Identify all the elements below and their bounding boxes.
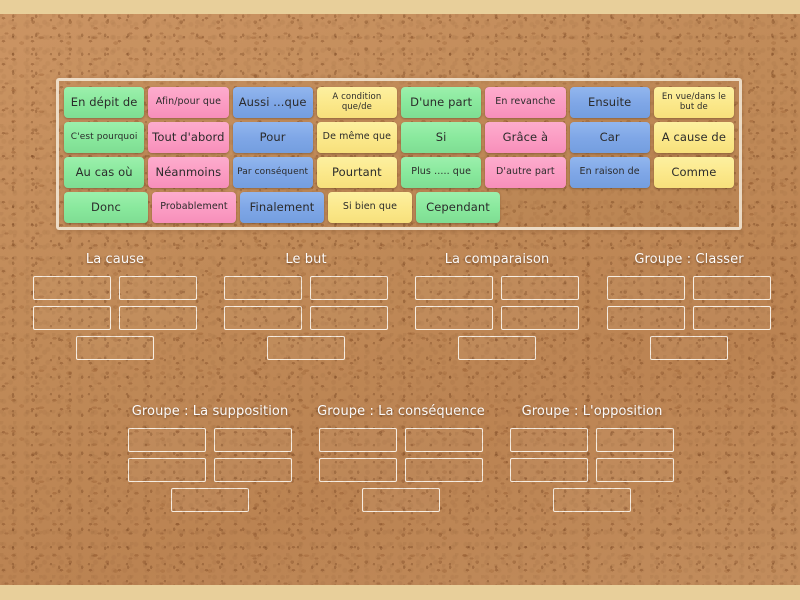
category-group: Groupe : L'opposition (497, 404, 687, 512)
drop-slot-grid (20, 276, 210, 330)
word-tile[interactable]: Aussi ...que (232, 87, 313, 118)
drop-slot[interactable] (501, 306, 579, 330)
word-tile[interactable]: Si bien que (328, 192, 412, 223)
word-tile[interactable]: Probablement (152, 192, 236, 223)
drop-slot[interactable] (596, 428, 674, 452)
word-tile[interactable]: C'est pourquoi (64, 122, 145, 153)
category-group: Le but (211, 252, 401, 360)
drop-slot[interactable] (596, 458, 674, 482)
drop-slot[interactable] (310, 306, 388, 330)
tray-row: Au cas où Néanmoins Par conséquent Pourtant… (64, 157, 734, 188)
word-tile[interactable]: En dépit de (64, 87, 145, 118)
category-group: Groupe : La conséquence (306, 404, 496, 512)
category-group: Groupe : Classer (594, 252, 784, 360)
drop-slot[interactable] (310, 276, 388, 300)
word-tile-tray: En dépit de Afin/pour que Aussi ...que A co… (56, 78, 742, 230)
word-tile[interactable]: Finalement (240, 192, 324, 223)
word-tile[interactable]: Afin/pour que (148, 87, 229, 118)
word-tile[interactable]: Grâce à (485, 122, 566, 153)
word-tile[interactable]: En revanche (485, 87, 566, 118)
word-tile[interactable]: De même que (316, 122, 397, 153)
word-tile[interactable]: A cause de (653, 122, 734, 153)
drop-slot[interactable] (33, 276, 111, 300)
word-tile[interactable]: Ensuite (569, 87, 650, 118)
drop-slot[interactable] (214, 428, 292, 452)
drop-slot[interactable] (76, 336, 154, 360)
drop-slot[interactable] (319, 428, 397, 452)
word-tile[interactable]: Tout d'abord (148, 122, 229, 153)
drop-slot[interactable] (415, 306, 493, 330)
tray-row: Donc Probablement Finalement Si bien que Cep… (64, 192, 734, 223)
drop-slot-grid (211, 276, 401, 330)
drop-slot[interactable] (362, 488, 440, 512)
word-tile[interactable]: Car (569, 122, 650, 153)
word-tile[interactable]: Plus ..... que (401, 157, 482, 188)
word-tile[interactable]: En raison de (569, 157, 650, 188)
category-group: La comparaison (402, 252, 592, 360)
drop-slot[interactable] (214, 458, 292, 482)
drop-slot[interactable] (607, 306, 685, 330)
drop-slot-grid (594, 276, 784, 330)
drop-slot[interactable] (650, 336, 728, 360)
drop-slot[interactable] (33, 306, 111, 330)
word-tile[interactable]: Pour (232, 122, 313, 153)
drop-slot[interactable] (458, 336, 536, 360)
drop-slot[interactable] (553, 488, 631, 512)
drop-slot[interactable] (128, 458, 206, 482)
word-tile[interactable]: Pourtant (316, 157, 397, 188)
drop-slot[interactable] (119, 306, 197, 330)
drop-slot[interactable] (607, 276, 685, 300)
drop-slot-grid (497, 428, 687, 482)
drop-slot[interactable] (224, 306, 302, 330)
drop-slot[interactable] (693, 276, 771, 300)
drop-slot[interactable] (224, 276, 302, 300)
group-title: Le but (285, 252, 327, 267)
word-tile[interactable]: D'autre part (485, 157, 566, 188)
category-group: Groupe : La supposition (115, 404, 305, 512)
category-group: La cause (20, 252, 210, 360)
tray-row: C'est pourquoi Tout d'abord Pour De même qu… (64, 122, 734, 153)
drop-slot[interactable] (405, 428, 483, 452)
drop-slot-grid (402, 276, 592, 330)
word-tile[interactable]: Donc (64, 192, 148, 223)
word-tile[interactable]: Cependant (416, 192, 500, 223)
drop-slot[interactable] (405, 458, 483, 482)
group-title: Groupe : L'opposition (521, 404, 663, 419)
group-title: Groupe : La supposition (131, 404, 289, 419)
drop-slot[interactable] (319, 458, 397, 482)
group-title: Groupe : Classer (634, 252, 744, 267)
drop-slot[interactable] (171, 488, 249, 512)
drop-slot[interactable] (119, 276, 197, 300)
drop-slot[interactable] (510, 428, 588, 452)
word-tile[interactable]: Comme (653, 157, 734, 188)
group-title: Groupe : La conséquence (317, 404, 485, 419)
word-tile[interactable]: D'une part (401, 87, 482, 118)
drop-slot[interactable] (128, 428, 206, 452)
word-tile[interactable]: Au cas où (64, 157, 145, 188)
drop-slot[interactable] (693, 306, 771, 330)
group-title: La cause (85, 252, 145, 267)
word-tile[interactable]: Si (401, 122, 482, 153)
drop-slot[interactable] (415, 276, 493, 300)
cork-board: En dépit de Afin/pour que Aussi ...que A co… (0, 0, 800, 600)
word-tile[interactable]: Par conséquent (232, 157, 313, 188)
drop-slot[interactable] (510, 458, 588, 482)
drop-slot-grid (115, 428, 305, 482)
group-title: La comparaison (444, 252, 550, 267)
word-tile[interactable]: En vue/dans le but de (653, 87, 734, 118)
word-tile[interactable]: A condition que/de (316, 87, 397, 118)
drop-slot[interactable] (267, 336, 345, 360)
drop-slot-grid (306, 428, 496, 482)
word-tile[interactable]: Néanmoins (148, 157, 229, 188)
drop-slot[interactable] (501, 276, 579, 300)
tray-row: En dépit de Afin/pour que Aussi ...que A co… (64, 87, 734, 118)
